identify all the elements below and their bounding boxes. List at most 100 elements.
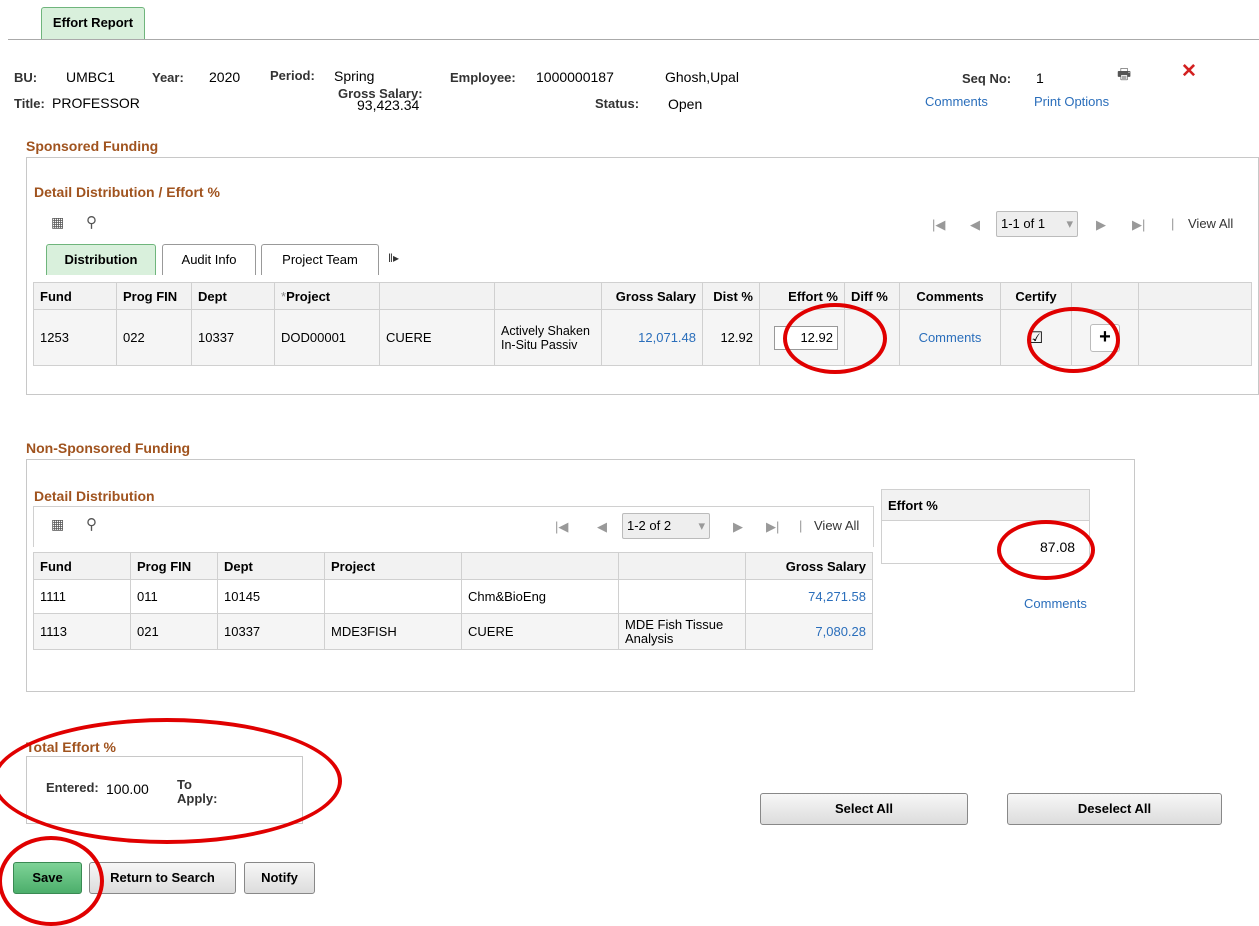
status-label: Status:: [595, 96, 640, 111]
to-apply-label: To Apply:: [177, 777, 218, 806]
cell-dist: 12.92: [702, 309, 760, 366]
ns-col-prog-fin: Prog FIN: [130, 552, 218, 580]
col-effort: Effort %: [759, 282, 845, 310]
search-icon-2[interactable]: ⚲: [86, 515, 97, 533]
cell-gross-salary[interactable]: 12,071.48: [601, 309, 703, 366]
pager-divider-2: |: [799, 518, 803, 533]
ns-cell-desc2: MDE Fish Tissue Analysis: [618, 613, 746, 650]
ns-col-fund: Fund: [33, 552, 131, 580]
title-value: PROFESSOR: [52, 95, 140, 111]
ns-cell-desc2: [618, 579, 746, 614]
first-page-icon-2[interactable]: |◀: [555, 519, 568, 535]
print-options-link[interactable]: Print Options: [1034, 94, 1109, 109]
col-desc1: [379, 282, 495, 310]
save-button[interactable]: Save: [13, 862, 82, 894]
first-page-icon[interactable]: |◀: [932, 217, 945, 233]
entered-label: Entered:: [46, 780, 99, 795]
chevron-down-icon-2: ▾: [698, 518, 705, 533]
gross-salary-link[interactable]: 12,071.48: [638, 330, 696, 345]
table-header-row-2: Fund Prog FIN Dept Project Gross Salary: [33, 552, 873, 580]
ns-col-gross-salary: Gross Salary: [745, 552, 873, 580]
total-effort-title: Total Effort %: [26, 739, 116, 755]
nonsponsored-pager[interactable]: 1-2 of 2 ▾: [622, 513, 710, 539]
header-comments-link[interactable]: Comments: [925, 94, 988, 109]
employee-name: Ghosh,Upal: [665, 69, 739, 85]
nonsponsored-view-all-link[interactable]: View All: [814, 518, 859, 533]
bu-label: BU:: [14, 70, 38, 85]
cell-fund: 1253: [33, 309, 117, 366]
ns-col-desc2: [618, 552, 746, 580]
ns-cell-dept: 10337: [217, 613, 325, 650]
prev-page-icon[interactable]: ◀: [970, 217, 980, 233]
grid-personalize-icon-2[interactable]: ▦: [51, 516, 64, 533]
grid-personalize-icon[interactable]: ▦: [51, 214, 64, 231]
cell-prog-fin: 022: [116, 309, 192, 366]
ns-gross-salary-link[interactable]: 74,271.58: [808, 589, 866, 604]
year-label: Year:: [152, 70, 184, 85]
ns-cell-gross-salary[interactable]: 7,080.28: [745, 613, 873, 650]
chevron-down-icon: ▾: [1066, 216, 1073, 231]
nonsponsored-grid-box: [33, 506, 874, 547]
add-row-button[interactable]: +: [1090, 323, 1120, 352]
ns-cell-fund: 1111: [33, 579, 131, 614]
sponsored-table: Fund Prog FIN Dept *Project Gross Salary…: [33, 282, 1252, 366]
cell-dept: 10337: [191, 309, 275, 366]
ns-cell-desc1: Chm&BioEng: [461, 579, 619, 614]
tab-audit-info[interactable]: Audit Info: [162, 244, 256, 275]
sponsored-view-all-link[interactable]: View All: [1188, 216, 1233, 231]
close-icon[interactable]: ✕: [1181, 60, 1197, 83]
ns-cell-prog-fin: 021: [130, 613, 218, 650]
next-page-icon[interactable]: ▶: [1096, 217, 1106, 233]
tab-project-team[interactable]: Project Team: [261, 244, 379, 275]
tab-distribution[interactable]: Distribution: [46, 244, 156, 275]
sponsored-pager[interactable]: 1-1 of 1 ▾: [996, 211, 1078, 237]
cell-diff: [844, 309, 900, 366]
sponsored-detail-title: Detail Distribution / Effort %: [34, 184, 220, 200]
select-all-button[interactable]: Select All: [760, 793, 968, 825]
table-row: 1111 011 10145 Chm&BioEng 74,271.58: [33, 579, 873, 614]
last-page-icon[interactable]: ▶|: [1132, 217, 1145, 233]
col-project: *Project: [274, 282, 380, 310]
return-to-search-button[interactable]: Return to Search: [89, 862, 236, 894]
ns-cell-prog-fin: 011: [130, 579, 218, 614]
pager-divider: |: [1171, 216, 1175, 231]
last-page-icon-2[interactable]: ▶|: [766, 519, 779, 535]
ns-cell-project: [324, 579, 462, 614]
ns-gross-salary-link[interactable]: 7,080.28: [815, 624, 866, 639]
cell-desc1: CUERE: [379, 309, 495, 366]
col-project-label: Project: [286, 288, 331, 304]
ns-cell-dept: 10145: [217, 579, 325, 614]
ns-cell-gross-salary[interactable]: 74,271.58: [745, 579, 873, 614]
nonsponsored-detail-title: Detail Distribution: [34, 488, 155, 504]
table-row: 1113 021 10337 MDE3FISH CUERE MDE Fish T…: [33, 613, 873, 650]
cell-certify: ☑: [1000, 309, 1072, 366]
print-icon[interactable]: 🖶: [1117, 64, 1131, 89]
next-page-icon-2[interactable]: ▶: [733, 519, 743, 535]
col-extra: [1138, 282, 1252, 310]
notify-button[interactable]: Notify: [244, 862, 315, 894]
tab-effort-report[interactable]: Effort Report: [41, 7, 145, 40]
period-value: Spring: [334, 68, 375, 84]
prev-page-icon-2[interactable]: ◀: [597, 519, 607, 535]
cell-project: DOD00001: [274, 309, 380, 366]
col-dept: Dept: [191, 282, 275, 310]
row-comments-link[interactable]: Comments: [919, 330, 982, 345]
tab-underline: [8, 39, 1259, 40]
ns-cell-project: MDE3FISH: [324, 613, 462, 650]
sponsored-pager-text: 1-1 of 1: [1001, 216, 1046, 231]
search-icon[interactable]: ⚲: [86, 213, 97, 231]
show-all-columns-icon[interactable]: ǁ▸: [388, 251, 399, 265]
seq-label: Seq No:: [962, 71, 1012, 86]
table-row: 1253 022 10337 DOD00001 CUERE Actively S…: [33, 309, 1252, 366]
ns-cell-fund: 1113: [33, 613, 131, 650]
seq-value: 1: [1036, 70, 1044, 86]
certify-checkbox[interactable]: ☑: [1029, 330, 1043, 347]
nonsponsored-funding-title: Non-Sponsored Funding: [26, 440, 191, 456]
effort-input[interactable]: [774, 325, 838, 350]
deselect-all-button[interactable]: Deselect All: [1007, 793, 1222, 825]
col-fund: Fund: [33, 282, 117, 310]
nonsponsored-comments-link[interactable]: Comments: [1024, 596, 1087, 611]
ns-col-dept: Dept: [217, 552, 325, 580]
ns-col-project: Project: [324, 552, 462, 580]
cell-extra: [1138, 309, 1252, 366]
